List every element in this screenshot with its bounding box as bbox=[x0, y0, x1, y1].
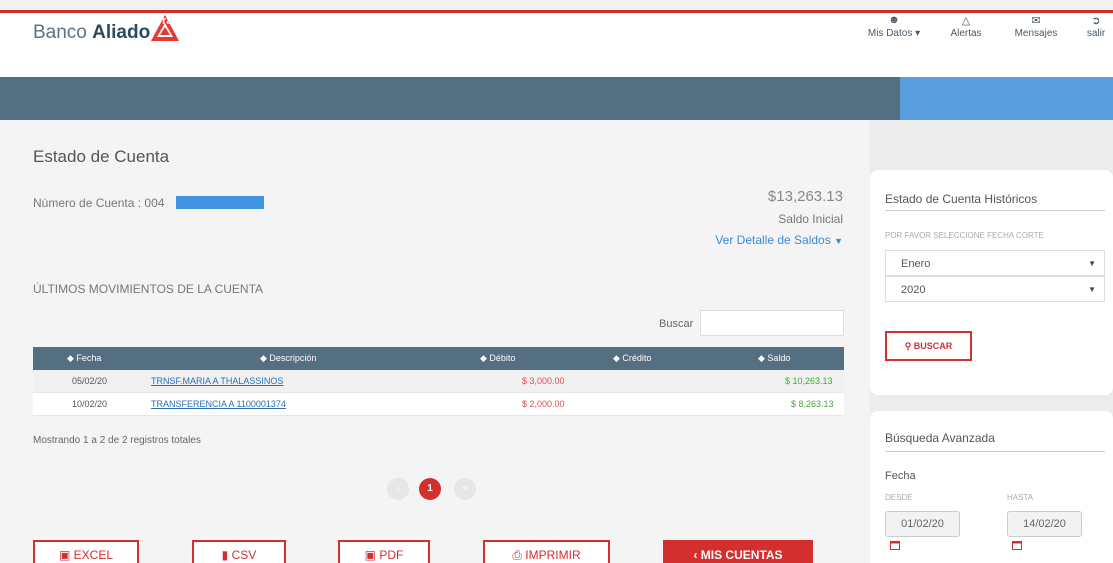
col-debito[interactable]: ◆ Débito bbox=[480, 353, 515, 364]
nav-mensajes-label: Mensajes bbox=[1014, 28, 1058, 39]
to-label: HASTA bbox=[1007, 493, 1034, 502]
pagination-page-1[interactable]: 1 bbox=[419, 478, 441, 500]
search-label: Buscar bbox=[659, 318, 694, 330]
envelope-icon: ✉ bbox=[1031, 15, 1041, 27]
col-descripcion[interactable]: ◆ Descripción bbox=[260, 353, 316, 364]
cell-fecha: 10/02/20 bbox=[72, 399, 108, 409]
month-select[interactable]: Enero ▼ bbox=[885, 250, 1105, 276]
table-row: 05/02/20 TRNSF.MARIA A THALASSINOS $ 3,0… bbox=[33, 370, 844, 393]
bell-icon: △ bbox=[961, 15, 971, 27]
menu-pagos[interactable]: Pagos ▼ bbox=[272, 15, 315, 27]
col-saldo[interactable]: ◆ Saldo bbox=[758, 353, 790, 364]
divider bbox=[885, 210, 1105, 211]
calendar-icon[interactable] bbox=[890, 540, 900, 550]
account-number-redacted bbox=[176, 196, 264, 209]
cell-saldo: $ 10,263.13 bbox=[785, 376, 833, 386]
balance-detail-link[interactable]: Ver Detalle de Saldos ▼ bbox=[715, 233, 843, 247]
nav-alertas-label: Alertas bbox=[950, 28, 982, 39]
menu-highlight bbox=[900, 77, 1113, 120]
dropdown-arrow-icon: ▼ bbox=[1088, 285, 1096, 294]
print-icon: ⎙ bbox=[512, 548, 522, 562]
balance-detail-label: Ver Detalle de Saldos bbox=[715, 233, 831, 247]
cell-descripcion-link[interactable]: TRNSF.MARIA A THALASSINOS bbox=[151, 376, 283, 386]
calendar-icon[interactable] bbox=[1012, 540, 1022, 550]
historic-hint: POR FAVOR SELECCIONE FECHA CORTE bbox=[885, 231, 1044, 240]
chevron-down-icon: ▼ bbox=[834, 236, 843, 246]
nav-mensajes[interactable]: ✉ Mensajes bbox=[1010, 14, 1062, 39]
nav-salir-label: salir bbox=[1086, 28, 1106, 39]
date-from-input[interactable]: 01/02/20 bbox=[885, 511, 960, 537]
from-label: DESDE bbox=[885, 493, 913, 502]
menu-mis-cuentas[interactable]: Mis Cuentas ▼ bbox=[50, 15, 125, 27]
records-count: Mostrando 1 a 2 de 2 registros totales bbox=[33, 435, 201, 446]
advanced-title: Búsqueda Avanzada bbox=[885, 431, 995, 445]
caret-down-icon: ▼ bbox=[307, 17, 315, 26]
cell-fecha: 05/02/20 bbox=[72, 376, 108, 386]
date-field-label: Fecha bbox=[885, 470, 916, 482]
divider bbox=[885, 451, 1105, 452]
menu-token-digital-label: Token Digital bbox=[348, 15, 417, 27]
export-excel-label: EXCEL bbox=[73, 548, 114, 562]
col-credito[interactable]: ◆ Crédito bbox=[613, 353, 651, 364]
menu-transferencias-label: Transferencias bbox=[156, 15, 234, 27]
excel-file-icon: ▣ bbox=[58, 548, 71, 562]
export-csv-button[interactable]: ▮ CSV bbox=[192, 540, 286, 563]
balance-label: Saldo Inicial bbox=[778, 212, 843, 226]
caret-down-icon: ▼ bbox=[116, 17, 125, 26]
movements-title: ÚLTIMOS MOVIMIENTOS DE LA CUENTA bbox=[33, 282, 264, 296]
pdf-file-icon: ▣ bbox=[364, 548, 376, 562]
col-fecha[interactable]: ◆ Fecha bbox=[67, 353, 101, 364]
menu-transferencias[interactable]: Transferencias ▼ bbox=[156, 15, 244, 27]
account-number-label: Número de Cuenta : 004 bbox=[33, 196, 165, 210]
historic-search-label: BUSCAR bbox=[913, 341, 953, 351]
advanced-search-card: Búsqueda Avanzada Fecha DESDE HASTA 01/0… bbox=[870, 411, 1113, 563]
export-excel-button[interactable]: ▣ EXCEL bbox=[33, 540, 139, 563]
menu-mis-cuentas-label: Mis Cuentas bbox=[50, 15, 115, 27]
file-icon: ▮ bbox=[221, 548, 229, 562]
year-select[interactable]: 2020 ▼ bbox=[885, 276, 1105, 302]
menu-pagos-label: Pagos bbox=[272, 15, 306, 27]
pagination-prev[interactable]: ‹ bbox=[387, 478, 409, 500]
cell-debito: $ 3,000.00 bbox=[522, 376, 565, 386]
logout-icon: ➲ bbox=[1091, 15, 1101, 27]
year-select-value: 2020 bbox=[901, 284, 926, 296]
table-row: 10/02/20 TRANSFERENCIA A 1100001374 $ 2,… bbox=[33, 393, 844, 416]
nav-mis-datos[interactable]: ☻ Mis Datos ▾ bbox=[866, 14, 922, 39]
export-pdf-label: PDF bbox=[379, 548, 404, 562]
date-to-input[interactable]: 14/02/20 bbox=[1007, 511, 1082, 537]
search-input[interactable] bbox=[700, 310, 844, 336]
menu-token-digital[interactable]: Token Digital ▼ bbox=[348, 15, 426, 27]
pagination-next[interactable]: » bbox=[454, 478, 476, 500]
nav-salir[interactable]: ➲ salir bbox=[1084, 14, 1108, 39]
back-to-accounts-button[interactable]: ‹ MIS CUENTAS bbox=[663, 540, 813, 563]
historic-search-button[interactable]: ⚲ BUSCAR bbox=[885, 331, 972, 361]
nav-alertas[interactable]: △ Alertas bbox=[944, 14, 988, 39]
month-select-value: Enero bbox=[901, 258, 931, 270]
page-title: Estado de Cuenta bbox=[33, 147, 170, 166]
movements-table: ◆ Fecha ◆ Descripción ◆ Débito ◆ Crédito… bbox=[33, 347, 844, 416]
table-header: ◆ Fecha ◆ Descripción ◆ Débito ◆ Crédito… bbox=[33, 347, 844, 370]
cell-saldo: $ 8,263.13 bbox=[791, 399, 834, 409]
caret-down-icon: ▼ bbox=[235, 17, 244, 26]
user-icon: ☻ bbox=[888, 14, 900, 26]
export-pdf-button[interactable]: ▣ PDF bbox=[338, 540, 430, 563]
print-button[interactable]: ⎙ IMPRIMIR bbox=[483, 540, 610, 563]
export-csv-label: CSV bbox=[231, 548, 257, 562]
cell-debito: $ 2,000.00 bbox=[522, 399, 565, 409]
dropdown-arrow-icon: ▼ bbox=[1088, 259, 1096, 268]
search-icon: ⚲ bbox=[904, 341, 912, 351]
print-label: IMPRIMIR bbox=[525, 548, 581, 562]
nav-mis-datos-label: Mis Datos ▾ bbox=[867, 28, 921, 39]
caret-down-icon: ▼ bbox=[418, 17, 427, 26]
account-balance: $13,263.13 bbox=[767, 188, 843, 205]
cell-descripcion-link[interactable]: TRANSFERENCIA A 1100001374 bbox=[151, 399, 286, 409]
historic-title: Estado de Cuenta Históricos bbox=[885, 192, 1038, 206]
historic-statements-card: Estado de Cuenta Históricos POR FAVOR SE… bbox=[870, 170, 1113, 395]
